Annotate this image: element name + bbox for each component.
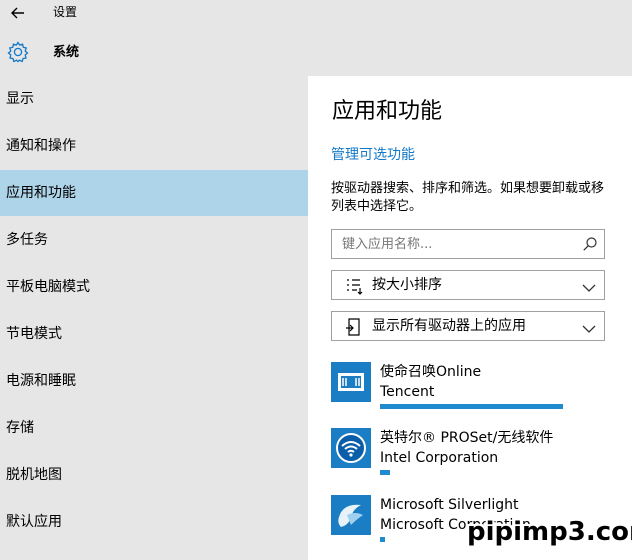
watermark: pipimp3.com bbox=[467, 517, 632, 547]
back-arrow-icon[interactable] bbox=[8, 2, 28, 24]
sidebar-item-storage[interactable]: 存储 bbox=[0, 405, 308, 451]
window-title: 设置 bbox=[53, 5, 78, 19]
app-size-bar bbox=[380, 470, 390, 475]
sidebar-item-display[interactable]: 显示 bbox=[0, 76, 308, 122]
filter-dropdown-label: 显示所有驱动器上的应用 bbox=[372, 318, 526, 334]
sidebar-item-multitasking[interactable]: 多任务 bbox=[0, 217, 308, 263]
drive-filter-icon bbox=[344, 317, 364, 337]
search-icon[interactable] bbox=[582, 236, 598, 252]
app-size-bar bbox=[380, 404, 563, 409]
chevron-down-icon bbox=[582, 279, 596, 292]
sidebar-item-tablet-mode[interactable]: 平板电脑模式 bbox=[0, 264, 308, 310]
sidebar-item-notifications[interactable]: 通知和操作 bbox=[0, 123, 308, 169]
app-name: 英特尔® PROSet/无线软件 bbox=[380, 430, 554, 446]
gear-icon bbox=[6, 40, 30, 64]
filter-dropdown[interactable]: 显示所有驱动器上的应用 bbox=[331, 311, 605, 341]
app-publisher: Intel Corporation bbox=[380, 450, 499, 466]
sidebar-item-default-apps[interactable]: 默认应用 bbox=[0, 499, 308, 545]
silverlight-app-icon bbox=[331, 495, 371, 535]
sort-list-icon bbox=[344, 276, 364, 296]
app-list-item[interactable]: 英特尔® PROSet/无线软件 Intel Corporation bbox=[331, 428, 632, 488]
section-title: 系统 bbox=[53, 45, 80, 60]
app-size-bar bbox=[380, 537, 385, 542]
sidebar-item-apps-features[interactable]: 应用和功能 bbox=[0, 170, 308, 216]
description-line: 列表中选择它。 bbox=[331, 199, 423, 214]
sidebar: 显示 通知和操作 应用和功能 多任务 平板电脑模式 节电模式 电源和睡眠 存储 … bbox=[0, 76, 308, 560]
app-publisher: Tencent bbox=[380, 384, 435, 400]
description: 按驱动器搜索、排序和筛选。如果想要卸载或移 列表中选择它。 bbox=[331, 180, 632, 216]
sort-dropdown-label: 按大小排序 bbox=[372, 277, 442, 293]
app-name: 使命召唤Online bbox=[380, 364, 482, 380]
sidebar-item-battery-saver[interactable]: 节电模式 bbox=[0, 311, 308, 357]
manage-optional-features-link[interactable]: 管理可选功能 bbox=[331, 144, 415, 166]
sort-dropdown[interactable]: 按大小排序 bbox=[331, 270, 605, 300]
call-of-duty-app-icon bbox=[331, 362, 371, 402]
search-box bbox=[331, 229, 605, 259]
description-line: 按驱动器搜索、排序和筛选。如果想要卸载或移 bbox=[331, 181, 605, 196]
app-name: Microsoft Silverlight bbox=[380, 497, 519, 513]
title-bar: 设置 系统 bbox=[0, 0, 632, 76]
chevron-down-icon bbox=[582, 320, 596, 333]
search-input[interactable] bbox=[332, 230, 572, 258]
sidebar-item-power-sleep[interactable]: 电源和睡眠 bbox=[0, 358, 308, 404]
app-list-item[interactable]: 使命召唤Online Tencent bbox=[331, 362, 632, 422]
sidebar-item-offline-maps[interactable]: 脱机地图 bbox=[0, 452, 308, 498]
page-title: 应用和功能 bbox=[332, 99, 443, 124]
intel-wireless-app-icon bbox=[331, 428, 371, 468]
main-content: 应用和功能 管理可选功能 按驱动器搜索、排序和筛选。如果想要卸载或移 列表中选择… bbox=[308, 76, 632, 560]
